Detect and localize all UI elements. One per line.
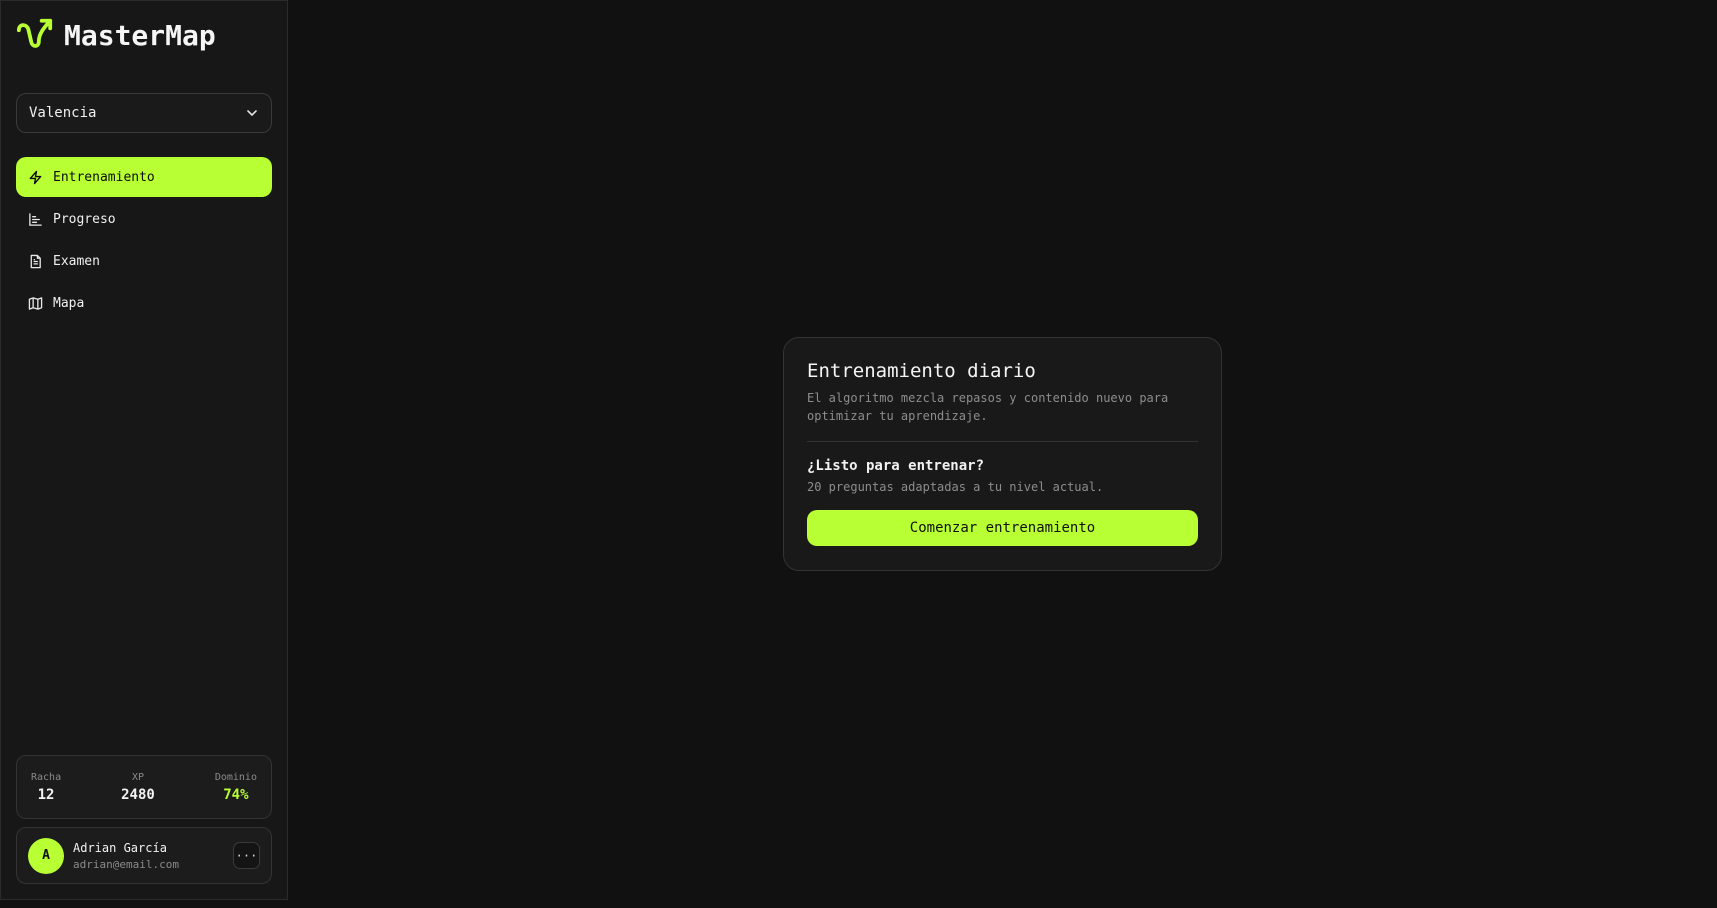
- chevron-down-icon: [247, 110, 257, 116]
- location-select-value: Valencia: [29, 105, 97, 121]
- start-training-button[interactable]: Comenzar entrenamiento: [807, 510, 1198, 546]
- app-name: MasterMap: [64, 18, 216, 52]
- bar-chart-icon: [29, 212, 42, 226]
- user-card: A Adrian García adrian@email.com ···: [16, 827, 272, 884]
- stat-label: Racha: [31, 771, 62, 783]
- card-description: El algoritmo mezcla repasos y contenido …: [807, 391, 1169, 423]
- nav-item-entrenamiento[interactable]: Entrenamiento: [16, 157, 272, 197]
- stat-mastery: Dominio 74%: [215, 772, 257, 803]
- divider: [807, 441, 1198, 442]
- stat-value: 2480: [121, 786, 155, 803]
- ready-title: ¿Listo para entrenar?: [807, 458, 985, 474]
- stat-label: XP: [131, 771, 144, 783]
- more-icon: ···: [235, 848, 258, 863]
- lightning-icon: [29, 170, 42, 184]
- logo-icon: [16, 18, 53, 48]
- nav-item-mapa[interactable]: Mapa: [16, 283, 272, 323]
- user-info: Adrian García adrian@email.com: [73, 841, 224, 871]
- nav-item-label: Progreso: [53, 211, 116, 227]
- nav-item-progreso[interactable]: Progreso: [16, 199, 272, 239]
- map-icon: [28, 296, 43, 310]
- more-options-button[interactable]: ···: [233, 842, 260, 869]
- stat-value: 12: [37, 786, 55, 803]
- stat-label: Dominio: [214, 771, 257, 783]
- avatar: A: [28, 837, 64, 874]
- main-nav: Entrenamiento Progreso Examen Mapa: [16, 157, 272, 323]
- nav-item-label: Examen: [53, 253, 100, 269]
- document-icon: [30, 254, 41, 268]
- user-name: Adrian García: [73, 840, 167, 855]
- brand: MasterMap: [16, 1, 272, 69]
- nav-item-label: Entrenamiento: [53, 169, 155, 185]
- nav-item-examen[interactable]: Examen: [16, 241, 272, 281]
- user-email: adrian@email.com: [73, 857, 179, 871]
- card-title: Entrenamiento diario: [807, 360, 1036, 382]
- daily-training-card: Entrenamiento diario El algoritmo mezcla…: [783, 337, 1222, 571]
- location-select[interactable]: Valencia: [16, 93, 272, 133]
- ready-subtitle: 20 preguntas adaptadas a tu nivel actual…: [807, 480, 1104, 494]
- sidebar: MasterMap Valencia Entrenamiento Progres…: [0, 0, 288, 900]
- stat-xp: XP 2480: [121, 772, 155, 803]
- nav-item-label: Mapa: [53, 295, 85, 311]
- stats-panel: Racha 12 XP 2480 Dominio 74%: [16, 755, 272, 819]
- stat-value: 74%: [223, 786, 249, 803]
- stat-streak: Racha 12: [31, 772, 61, 803]
